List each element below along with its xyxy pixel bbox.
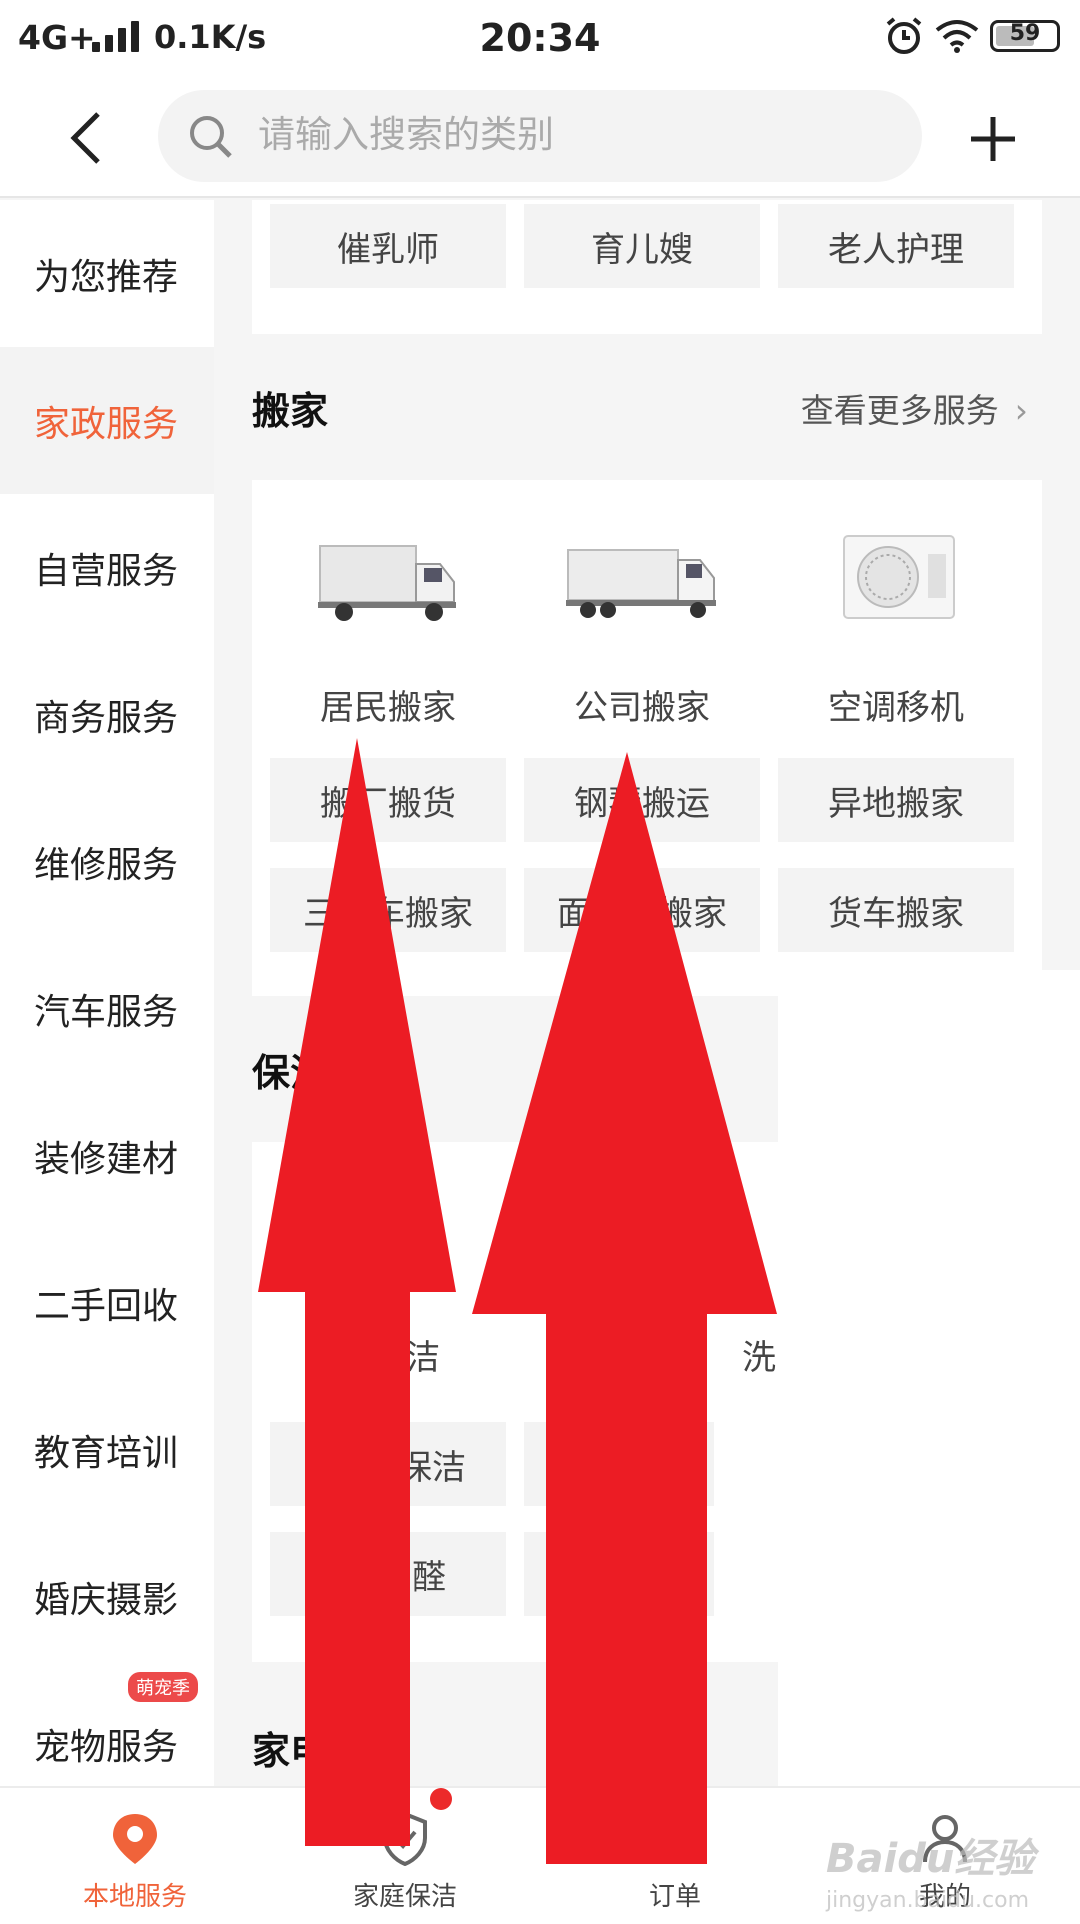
sidebar-item-label: 维修服务 [34,844,179,886]
wifi-icon [935,20,979,53]
service-tile-aircon[interactable]: 空调移机 [778,530,1014,729]
sidebar-item-repair[interactable]: 维修服务 [0,788,214,935]
sidebar-item-education[interactable]: 教育培训 [0,1376,214,1523]
moving-card: 居民搬家 公司搬家 空调移机 搬厂搬货 钢琴搬运 异地搬家 三轮车搬家 面包车搬… [252,480,1042,996]
service-chip[interactable]: 醛 [270,1532,506,1616]
order-icon [655,1814,695,1862]
small-truck-icon [318,545,456,621]
baidu-watermark: Baidu经验 jingyan.baidu.com [826,1826,1034,1913]
tab-local-services[interactable]: 本地服务 [0,1788,270,1924]
tab-home-cleaning[interactable]: 家庭保洁 [270,1788,540,1924]
nanny-card: 催乳师 育儿嫂 老人护理 [252,200,1042,334]
sidebar-item-label: 二手回收 [34,1285,179,1327]
add-icon[interactable] [968,114,1018,164]
sidebar-item-car[interactable]: 汽车服务 [0,935,214,1082]
category-sidebar: 为您推荐 家政服务 自营服务 商务服务 维修服务 汽车服务 装修建材 二手回收 … [0,200,214,1786]
sidebar-item-label: 自营服务 [34,550,179,592]
location-pin-icon [113,1814,157,1864]
sidebar-item-label: 教育培训 [34,1432,179,1474]
chip-label: 洗 [640,1557,674,1598]
tab-label: 家庭保洁 [352,1882,457,1912]
service-chip[interactable]: 钢琴搬运 [524,758,760,842]
service-chip[interactable]: 洗 [524,1532,714,1616]
watermark-brand: Baidu经验 [826,1836,1035,1882]
sidebar-item-label: 为您推荐 [34,256,179,298]
more-services-link[interactable]: 查看更多服务 › [801,384,1028,432]
tile-label: 空调移机 [828,688,964,728]
chip-label: 钢琴搬运 [574,783,710,824]
service-chip[interactable]: 洗 [524,1422,714,1506]
tile-label: 公司搬家 [574,688,710,728]
service-chip[interactable]: 面包车搬家 [524,868,760,952]
chip-label: 保洁 [398,1447,466,1488]
tile-label: 保洁 [372,1338,440,1378]
notification-dot [430,1788,452,1810]
service-chip[interactable]: 老人护理 [778,204,1014,288]
service-chip[interactable]: 货车搬家 [778,868,1014,952]
sidebar-item-label: 婚庆摄影 [34,1579,179,1621]
large-truck-icon [566,549,716,618]
back-arrow-icon[interactable] [66,110,106,166]
sidebar-item-label: 商务服务 [34,697,179,739]
search-bar[interactable] [158,90,922,182]
service-chip[interactable]: 三轮车搬家 [270,868,506,952]
section-title-appliance: 家电 [252,1729,329,1773]
service-tile-residential[interactable]: 居民搬家 [270,530,506,729]
section-title-cleaning: 保洁 [252,1051,329,1095]
chip-label: 三轮车搬家 [303,893,473,934]
search-icon [190,116,232,158]
watermark-url: jingyan.baidu.com [826,1888,1030,1913]
chip-label: 货车搬家 [828,893,964,934]
sidebar-item-label: 家政服务 [34,403,179,445]
blank-overlay [778,970,1080,1786]
alarm-icon [886,17,922,54]
tab-orders[interactable]: 订单 [540,1788,810,1924]
search-header [0,78,1080,198]
air-conditioner-icon [843,535,955,619]
sidebar-item-label: 宠物服务 [34,1726,179,1768]
sidebar-item-recycle[interactable]: 二手回收 [0,1229,214,1376]
battery-level: 59 [1009,21,1041,46]
promo-badge: 萌宠季 [128,1672,198,1702]
sidebar-item-label: 汽车服务 [34,991,179,1033]
sidebar-item-recommend[interactable]: 为您推荐 [0,200,214,347]
tab-label: 本地服务 [82,1882,187,1912]
search-input[interactable] [258,102,878,166]
service-chip[interactable]: 育儿嫂 [524,204,760,288]
battery-icon: 59 [990,20,1060,52]
chip-label: 老人护理 [828,229,964,270]
service-content: 催乳师 育儿嫂 老人护理 搬家 查看更多服务 › 居民搬家 公司搬家 空调移机 … [214,200,1080,1786]
status-bar: 4G+ 0.1K/s 20:34 59 [0,0,1080,78]
service-chip[interactable]: 异地搬家 [778,758,1014,842]
service-chip[interactable]: 保洁 [270,1422,506,1506]
chip-label: 育儿嫂 [591,229,693,270]
sidebar-item-housekeeping[interactable]: 家政服务 [0,347,214,494]
sidebar-item-wedding[interactable]: 婚庆摄影 [0,1523,214,1670]
sidebar-item-label: 装修建材 [34,1138,179,1180]
sidebar-item-decoration[interactable]: 装修建材 [0,1082,214,1229]
tile-label: 居民搬家 [320,688,456,728]
more-label: 查看更多服务 [800,391,999,430]
service-tile-company[interactable]: 公司搬家 [524,530,760,729]
sidebar-item-self-operated[interactable]: 自营服务 [0,494,214,641]
service-chip[interactable]: 搬厂搬货 [270,758,506,842]
service-chip[interactable]: 催乳师 [270,204,506,288]
chevron-right-icon: › [1014,391,1028,430]
chip-label: 洗 [640,1447,674,1488]
cleaning-card: 保洁 洗 保洁 洗 醛 洗 [252,1142,842,1662]
shield-check-icon [383,1811,427,1867]
chip-label: 搬厂搬货 [320,783,456,824]
chip-label: 异地搬家 [828,783,964,824]
section-title-moving: 搬家 [252,389,329,433]
chip-label: 面包车搬家 [557,893,727,934]
sidebar-item-business[interactable]: 商务服务 [0,641,214,788]
tab-label: 订单 [648,1882,701,1912]
chip-label: 催乳师 [337,229,439,270]
chip-label: 醛 [412,1557,446,1598]
tile-label: 洗 [742,1338,776,1378]
